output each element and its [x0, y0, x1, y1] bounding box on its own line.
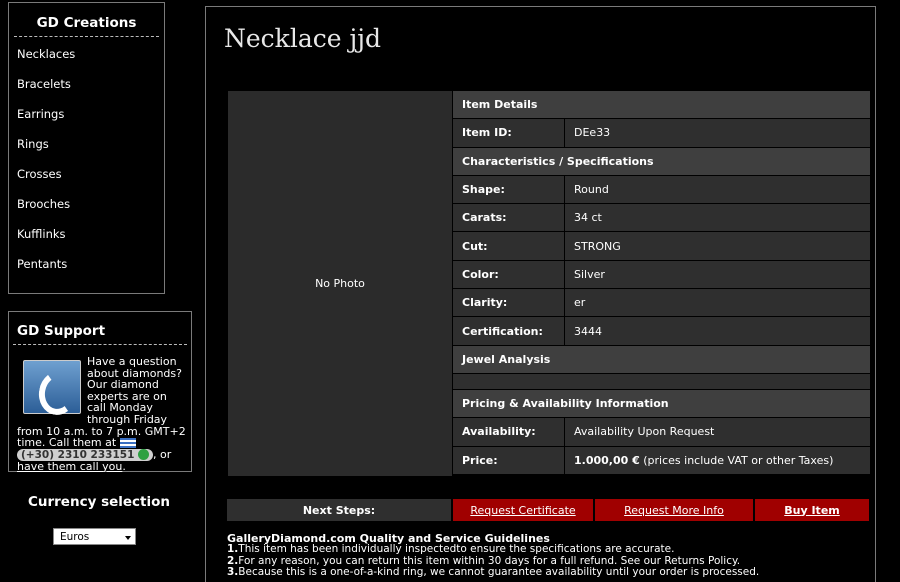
category-bracelets[interactable]: Bracelets: [9, 69, 164, 99]
row-color: Color: Silver: [453, 260, 870, 290]
details-table: Item Details Item ID: DEe33 Characterist…: [453, 91, 870, 475]
row-item-id: Item ID: DEe33: [453, 119, 870, 148]
row-label: Cut:: [453, 232, 565, 260]
section-characteristics: Characteristics / Specifications: [453, 147, 870, 176]
divider: [13, 344, 187, 345]
price-value: 1.000,00 € (prices include VAT or other …: [565, 446, 870, 474]
no-photo-label: No Photo: [315, 277, 365, 290]
row-value: 3444: [565, 317, 870, 345]
currency-value: Euros: [60, 531, 90, 543]
whatsapp-icon: [138, 449, 150, 461]
product-photo: No Photo: [228, 91, 452, 476]
chevron-down-icon: [125, 536, 131, 540]
row-certification: Certification: 3444: [453, 317, 870, 346]
guideline-item: 3.Because this is a one-of-a-kind ring, …: [227, 565, 760, 578]
request-info-button[interactable]: Request More Info: [595, 499, 753, 521]
row-price: Price: 1.000,00 € (prices include VAT or…: [453, 446, 870, 475]
guidelines: GalleryDiamond.com Quality and Service G…: [227, 533, 867, 578]
row-clarity: Clarity: er: [453, 289, 870, 318]
row-availability: Availability: Availability Upon Request: [453, 418, 870, 447]
row-value: Silver: [565, 260, 870, 289]
row-value: Availability Upon Request: [565, 418, 870, 446]
creations-title: GD Creations: [36, 15, 137, 31]
category-rings[interactable]: Rings: [9, 129, 164, 159]
row-value: 34 ct: [565, 204, 870, 232]
support-title: GD Support: [17, 323, 106, 339]
section-item-details: Item Details: [453, 91, 870, 120]
category-crosses[interactable]: Crosses: [9, 159, 164, 189]
row-label: Item ID:: [453, 119, 565, 147]
row-label: Certification:: [453, 317, 565, 345]
section-label: Characteristics / Specifications: [453, 147, 870, 175]
currency-select[interactable]: Euros: [53, 528, 136, 545]
row-label: Color:: [453, 260, 565, 289]
row-value: DEe33: [565, 119, 870, 147]
currency-title: Currency selection: [27, 494, 171, 510]
row-value: Round: [565, 175, 870, 204]
price-note: (prices include VAT or other Taxes): [639, 453, 834, 467]
section-label: Item Details: [453, 91, 870, 119]
support-text: Have a question about diamonds? Our diam…: [17, 356, 189, 472]
support-box: GD Support Have a question about diamond…: [8, 311, 192, 472]
row-label: Carats:: [453, 204, 565, 232]
row-empty: [453, 373, 870, 390]
category-list: Necklaces Bracelets Earrings Rings Cross…: [9, 39, 164, 279]
call-me-link[interactable]: have them call you: [17, 460, 122, 473]
category-kufflinks[interactable]: Kufflinks: [9, 219, 164, 249]
section-jewel-analysis: Jewel Analysis: [453, 345, 870, 374]
page-title: Necklace jjd: [224, 24, 381, 53]
row-label: Shape:: [453, 175, 565, 204]
divider: [14, 36, 159, 37]
price-amount: 1.000,00 €: [574, 453, 640, 467]
row-value: er: [565, 289, 870, 317]
category-necklaces[interactable]: Necklaces: [9, 39, 164, 69]
support-end: .: [122, 459, 126, 473]
creations-menu: GD Creations Necklaces Bracelets Earring…: [8, 2, 165, 294]
row-shape: Shape: Round: [453, 175, 870, 205]
product-panel: Necklace jjd No Photo Item Details Item …: [205, 6, 876, 582]
row-carats: Carats: 34 ct: [453, 204, 870, 233]
row-value: STRONG: [565, 232, 870, 260]
buy-item-button[interactable]: Buy Item: [755, 499, 869, 521]
row-label: Availability:: [453, 418, 565, 446]
row-label: Clarity:: [453, 289, 565, 317]
category-earrings[interactable]: Earrings: [9, 99, 164, 129]
section-pricing: Pricing & Availability Information: [453, 389, 870, 419]
row-label: Price:: [453, 446, 565, 474]
section-label: Pricing & Availability Information: [453, 389, 870, 418]
section-label: Jewel Analysis: [453, 345, 870, 373]
category-pentants[interactable]: Pentants: [9, 249, 164, 279]
next-steps-label: Next Steps:: [227, 499, 451, 521]
next-steps-bar: Next Steps: Request Certificate Request …: [227, 499, 869, 521]
request-certificate-button[interactable]: Request Certificate: [453, 499, 593, 521]
row-cut: Cut: STRONG: [453, 232, 870, 261]
greek-flag-icon: [119, 438, 136, 449]
support-or: , or: [153, 447, 172, 461]
category-brooches[interactable]: Brooches: [9, 189, 164, 219]
